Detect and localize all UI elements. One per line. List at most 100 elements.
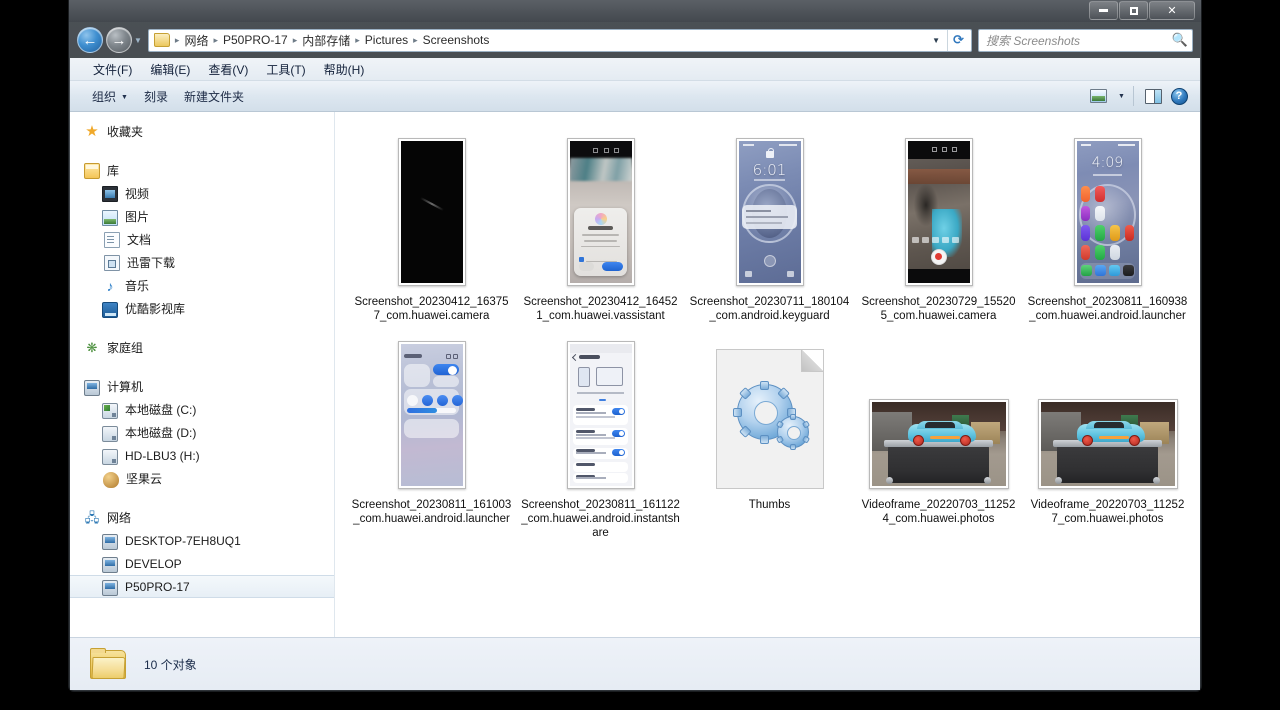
sidebar-item-drive-d[interactable]: 本地磁盘 (D:) <box>70 421 334 444</box>
menu-tools[interactable]: 工具(T) <box>257 58 314 81</box>
thumbnail-art-toy-car <box>871 402 1006 486</box>
sidebar-item-downloads[interactable]: 迅雷下载 <box>70 251 334 274</box>
breadcrumb-item-screenshots[interactable]: Screenshots <box>420 31 493 49</box>
menu-view[interactable]: 查看(V) <box>199 58 257 81</box>
maximize-button[interactable] <box>1119 1 1148 20</box>
thumbnail-wrap <box>566 128 635 286</box>
organize-button[interactable]: 组织 ▼ <box>84 84 136 109</box>
sidebar-item-network[interactable]: 🖧 网络 <box>70 506 334 529</box>
sidebar-item-label: P50PRO-17 <box>125 579 190 594</box>
sidebar-item-favorites[interactable]: ★ 收藏夹 <box>70 120 334 143</box>
sidebar-item-documents[interactable]: 文档 <box>70 228 334 251</box>
file-item[interactable]: Videoframe_20220703_112527_com.huawei.ph… <box>1023 325 1192 542</box>
view-dropdown-button[interactable]: ▼ <box>1111 85 1127 107</box>
breadcrumb-separator: ▸ <box>355 34 360 45</box>
sidebar-item-computer[interactable]: 计算机 <box>70 375 334 398</box>
pictures-icon <box>102 209 118 226</box>
menu-edit[interactable]: 编辑(E) <box>141 58 199 81</box>
file-item[interactable]: 6:01 Screenshot_20230711_180104_com.andr… <box>685 122 854 325</box>
breadcrumb-separator: ▸ <box>213 34 218 45</box>
menu-file[interactable]: 文件(F) <box>84 58 141 81</box>
folder-icon <box>153 33 170 47</box>
navigation-pane[interactable]: ★ 收藏夹 库 视频 图片 文档 迅雷下载 ♪ 音乐 优酷影视库 ❋ 家庭组 计… <box>70 112 335 638</box>
search-box[interactable]: 搜索 Screenshots 🔍 <box>978 28 1193 52</box>
thumbnail <box>904 138 973 286</box>
documents-icon <box>104 232 120 248</box>
homescreen-clock: 4:09 <box>1091 155 1124 172</box>
sidebar-item-drive-h[interactable]: HD-LBU3 (H:) <box>70 444 334 467</box>
breadcrumb-item-device[interactable]: P50PRO-17 <box>220 31 291 49</box>
recent-locations-button[interactable]: ▼ <box>134 36 142 45</box>
breadcrumb-item-storage[interactable]: 内部存储 <box>299 30 353 51</box>
thumbnail-art-toy-car <box>1040 402 1175 486</box>
nav-group-computer: 计算机 本地磁盘 (C:) 本地磁盘 (D:) HD-LBU3 (H:) 坚果云 <box>70 375 334 490</box>
organize-label: 组织 <box>92 89 117 104</box>
preview-pane-button[interactable] <box>1140 85 1166 107</box>
breadcrumb-separator: ▸ <box>174 34 180 45</box>
menu-help[interactable]: 帮助(H) <box>315 58 374 81</box>
close-button[interactable]: ✕ <box>1149 1 1195 20</box>
desktop-right-background <box>1202 0 1280 710</box>
star-icon: ★ <box>85 122 99 140</box>
breadcrumb-separator: ▸ <box>292 34 298 45</box>
nav-group-libraries: 库 视频 图片 文档 迅雷下载 ♪ 音乐 优酷影视库 <box>70 159 334 320</box>
help-button[interactable]: ? <box>1166 85 1192 107</box>
youku-library-icon <box>102 301 118 318</box>
sidebar-item-nutstore[interactable]: 坚果云 <box>70 467 334 490</box>
sidebar-item-youku-library[interactable]: 优酷影视库 <box>70 297 334 320</box>
page-fold <box>800 350 823 372</box>
search-input[interactable]: 搜索 Screenshots <box>986 32 1172 49</box>
sidebar-item-music[interactable]: ♪ 音乐 <box>70 274 334 297</box>
file-item[interactable]: Thumbs <box>685 325 854 542</box>
file-item[interactable]: Screenshot_20230412_163757_com.huawei.ca… <box>347 122 516 325</box>
thumbnail-art-camera <box>907 141 970 283</box>
thumbnail-art-instant-share <box>569 344 632 486</box>
sidebar-item-videos[interactable]: 视频 <box>70 182 334 205</box>
file-list-pane[interactable]: Screenshot_20230412_163757_com.huawei.ca… <box>335 112 1200 638</box>
sidebar-item-desktop-7eh8uq1[interactable]: DESKTOP-7EH8UQ1 <box>70 529 334 552</box>
gear-icon <box>775 414 810 450</box>
file-item[interactable]: Screenshot_20230729_155205_com.huawei.ca… <box>854 122 1023 325</box>
sidebar-item-homegroup[interactable]: ❋ 家庭组 <box>70 336 334 359</box>
explorer-window: ✕ ← → ▼ ▸ 网络 ▸ P50PRO-17 ▸ 内部存储 ▸ Pictur… <box>68 0 1202 692</box>
forward-button[interactable]: → <box>106 27 132 53</box>
refresh-button[interactable]: ⟳ <box>947 29 969 51</box>
file-item[interactable]: Screenshot_20230811_161003_com.huawei.an… <box>347 325 516 542</box>
file-item[interactable]: Screenshot_20230412_164521_com.huawei.va… <box>516 122 685 325</box>
sidebar-item-develop[interactable]: DEVELOP <box>70 552 334 575</box>
sidebar-item-libraries[interactable]: 库 <box>70 159 334 182</box>
computer-icon <box>84 379 100 396</box>
file-item[interactable]: Screenshot_20230811_161122_com.huawei.an… <box>516 325 685 542</box>
file-item[interactable]: Videoframe_20220703_112524_com.huawei.ph… <box>854 325 1023 542</box>
file-item[interactable]: 4:09 Screenshot_20230811_160938_com.huaw… <box>1023 122 1192 325</box>
file-name: Screenshot_20230811_160938_com.huawei.an… <box>1027 296 1188 322</box>
address-bar[interactable]: ▸ 网络 ▸ P50PRO-17 ▸ 内部存储 ▸ Pictures ▸ Scr… <box>147 28 972 52</box>
burn-button[interactable]: 刻录 <box>136 84 176 109</box>
file-name: Screenshot_20230711_180104_com.android.k… <box>689 296 850 322</box>
sidebar-item-p50pro-17[interactable]: P50PRO-17 <box>70 575 334 598</box>
sidebar-item-drive-c[interactable]: 本地磁盘 (C:) <box>70 398 334 421</box>
drive-icon <box>102 448 118 465</box>
breadcrumb-item-network[interactable]: 网络 <box>181 30 211 51</box>
thumbnail-wrap: 4:09 <box>1073 128 1142 286</box>
back-button[interactable]: ← <box>77 27 103 53</box>
library-icon <box>84 163 100 179</box>
address-bar-actions: ▼ ⟳ <box>923 29 969 51</box>
breadcrumb-item-pictures[interactable]: Pictures <box>362 31 411 49</box>
address-history-dropdown[interactable]: ▼ <box>927 36 945 45</box>
file-name: Thumbs <box>748 499 791 511</box>
thumbnail <box>868 399 1009 489</box>
minimize-button[interactable] <box>1089 1 1118 20</box>
window-controls: ✕ <box>1089 1 1195 20</box>
sidebar-item-label: 计算机 <box>107 380 144 394</box>
details-pane: 10 个对象 <box>70 637 1200 690</box>
desktop-bottom-background <box>0 692 1280 710</box>
new-folder-button[interactable]: 新建文件夹 <box>176 84 252 109</box>
sidebar-item-label: 收藏夹 <box>107 125 144 139</box>
homegroup-icon: ❋ <box>86 339 98 355</box>
sidebar-item-pictures[interactable]: 图片 <box>70 205 334 228</box>
change-view-button[interactable] <box>1085 85 1111 107</box>
file-name: Videoframe_20220703_112527_com.huawei.ph… <box>1030 499 1185 525</box>
